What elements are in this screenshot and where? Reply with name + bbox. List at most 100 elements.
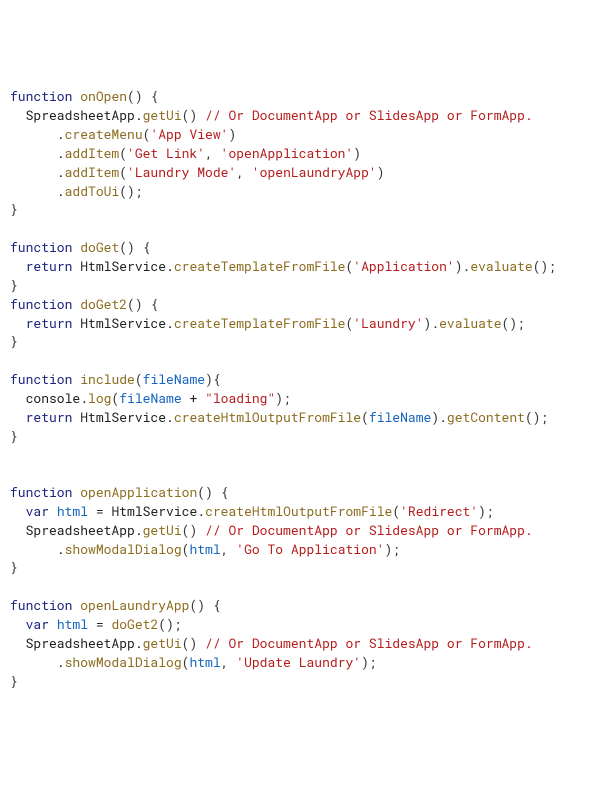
code-line: function doGet() { bbox=[10, 238, 605, 257]
token-pn: ). bbox=[424, 314, 440, 332]
token-fn: log bbox=[88, 389, 111, 407]
token-str: 'Laundry Mode' bbox=[127, 163, 236, 181]
code-line: function openLaundryApp() { bbox=[10, 596, 605, 615]
token-str: 'Update Laundry' bbox=[236, 653, 361, 671]
token-pn: ). bbox=[455, 257, 471, 275]
token-pn: () { bbox=[127, 295, 158, 313]
token-plain: = bbox=[88, 615, 111, 633]
code-line: .addToUi(); bbox=[10, 182, 605, 201]
token-plain: + bbox=[182, 389, 205, 407]
token-plain: SpreadsheetApp. bbox=[10, 521, 143, 539]
token-pn: } bbox=[10, 200, 18, 218]
token-str: 'openApplication' bbox=[221, 144, 354, 162]
token-cmt: // Or DocumentApp or SlidesApp or FormAp… bbox=[205, 521, 533, 539]
token-param: html bbox=[189, 540, 220, 558]
token-str: 'openLaundryApp' bbox=[252, 163, 377, 181]
token-kw: var bbox=[26, 615, 49, 633]
code-line: } bbox=[10, 558, 605, 577]
token-pn: ( bbox=[119, 144, 127, 162]
token-pn: ( bbox=[119, 163, 127, 181]
token-plain: SpreadsheetApp. bbox=[10, 106, 143, 124]
token-param: html bbox=[57, 502, 88, 520]
code-line bbox=[10, 351, 605, 370]
token-kw: function bbox=[10, 87, 72, 105]
token-str: 'Redirect' bbox=[400, 502, 478, 520]
code-line: .addItem('Laundry Mode', 'openLaundryApp… bbox=[10, 163, 605, 182]
token-cmt: // Or DocumentApp or SlidesApp or FormAp… bbox=[205, 634, 533, 652]
token-pn: , bbox=[236, 163, 252, 181]
code-line: SpreadsheetApp.getUi() // Or DocumentApp… bbox=[10, 634, 605, 653]
code-line: console.log(fileName + "loading"); bbox=[10, 389, 605, 408]
token-param: html bbox=[189, 653, 220, 671]
token-pn: ); bbox=[361, 653, 377, 671]
code-line: var html = HtmlService.createHtmlOutputF… bbox=[10, 502, 605, 521]
token-plain bbox=[10, 502, 26, 520]
token-kw: return bbox=[26, 257, 73, 275]
token-fn: getUi bbox=[143, 106, 182, 124]
token-pn: () { bbox=[189, 596, 220, 614]
token-plain: . bbox=[10, 182, 65, 200]
token-pn: () bbox=[182, 521, 205, 539]
code-line: SpreadsheetApp.getUi() // Or DocumentApp… bbox=[10, 521, 605, 540]
token-pn: () { bbox=[119, 238, 150, 256]
token-fn: addToUi bbox=[65, 182, 120, 200]
token-str: 'Go To Application' bbox=[236, 540, 384, 558]
token-plain: . bbox=[10, 163, 65, 181]
token-pn: ( bbox=[182, 653, 190, 671]
token-pn: ( bbox=[392, 502, 400, 520]
token-pn: ); bbox=[275, 389, 291, 407]
token-fn: doGet2 bbox=[80, 295, 127, 313]
token-fn: doGet bbox=[80, 238, 119, 256]
code-line: function include(fileName){ bbox=[10, 370, 605, 389]
token-str: "loading" bbox=[205, 389, 275, 407]
token-pn: ) bbox=[353, 144, 361, 162]
code-line: .showModalDialog(html, 'Update Laundry')… bbox=[10, 653, 605, 672]
token-plain bbox=[49, 502, 57, 520]
token-fn: doGet2 bbox=[111, 615, 158, 633]
token-fn: createMenu bbox=[65, 125, 143, 143]
token-plain: . bbox=[10, 125, 65, 143]
code-line: function onOpen() { bbox=[10, 87, 605, 106]
token-pn: (); bbox=[158, 615, 181, 633]
token-pn: ( bbox=[361, 408, 369, 426]
token-plain bbox=[10, 615, 26, 633]
token-param: fileName bbox=[143, 370, 205, 388]
token-fn: addItem bbox=[65, 163, 120, 181]
token-pn: ). bbox=[431, 408, 447, 426]
token-kw: function bbox=[10, 238, 72, 256]
token-pn: ) bbox=[228, 125, 236, 143]
token-plain: HtmlService. bbox=[72, 408, 173, 426]
code-line: return HtmlService.createTemplateFromFil… bbox=[10, 314, 605, 333]
token-fn: getContent bbox=[447, 408, 525, 426]
token-fn: openApplication bbox=[80, 483, 197, 501]
token-plain bbox=[10, 314, 26, 332]
code-line: } bbox=[10, 332, 605, 351]
token-pn: } bbox=[10, 672, 18, 690]
token-plain bbox=[49, 615, 57, 633]
code-line: return HtmlService.createTemplateFromFil… bbox=[10, 257, 605, 276]
code-line: function openApplication() { bbox=[10, 483, 605, 502]
token-pn: (); bbox=[533, 257, 556, 275]
token-fn: evaluate bbox=[470, 257, 532, 275]
token-str: 'App View' bbox=[150, 125, 228, 143]
code-line bbox=[10, 577, 605, 596]
token-pn: ( bbox=[135, 370, 143, 388]
token-fn: openLaundryApp bbox=[80, 596, 189, 614]
token-pn: , bbox=[205, 144, 221, 162]
token-fn: addItem bbox=[65, 144, 120, 162]
code-line: function doGet2() { bbox=[10, 295, 605, 314]
token-plain: console. bbox=[10, 389, 88, 407]
code-line: } bbox=[10, 427, 605, 446]
code-line: .addItem('Get Link', 'openApplication') bbox=[10, 144, 605, 163]
code-line: } bbox=[10, 200, 605, 219]
token-pn: } bbox=[10, 276, 18, 294]
token-plain: . bbox=[10, 653, 65, 671]
token-pn: () { bbox=[197, 483, 228, 501]
token-plain: SpreadsheetApp. bbox=[10, 634, 143, 652]
token-plain: . bbox=[10, 144, 65, 162]
token-fn: getUi bbox=[143, 521, 182, 539]
token-fn: onOpen bbox=[80, 87, 127, 105]
token-fn: include bbox=[80, 370, 135, 388]
token-plain bbox=[10, 408, 26, 426]
token-pn: ){ bbox=[205, 370, 221, 388]
